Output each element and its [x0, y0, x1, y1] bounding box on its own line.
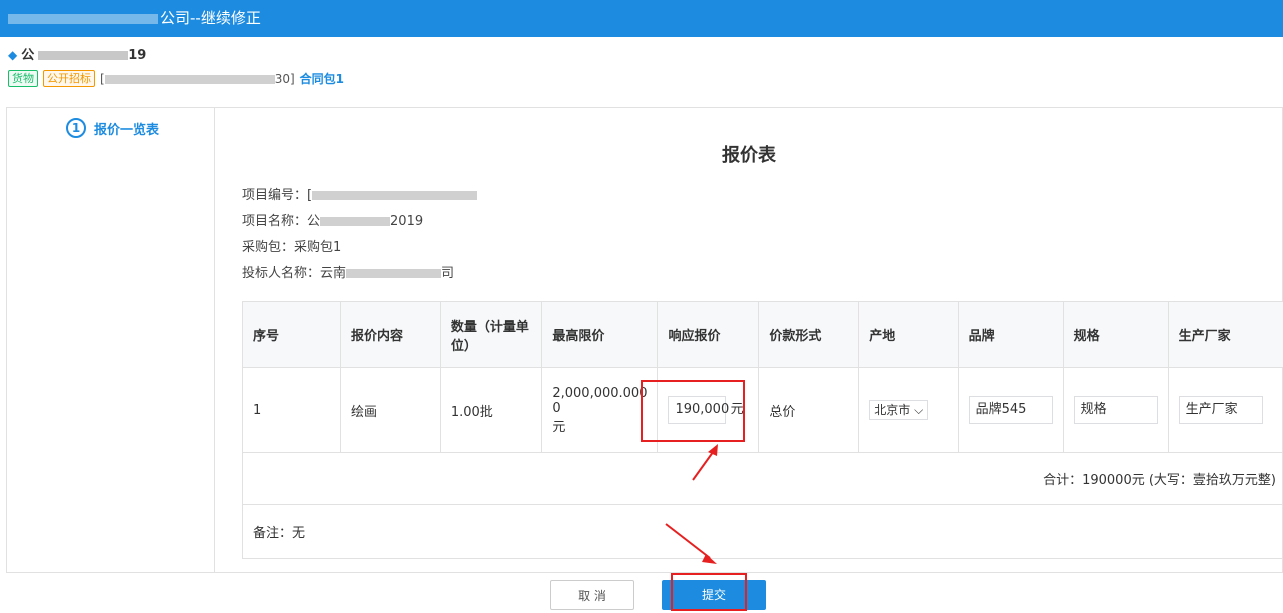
redacted-project-no [312, 191, 478, 200]
project-name-row: 项目名称：公 2019 [242, 210, 423, 229]
manufacturer-input[interactable]: 生产厂家 [1178, 396, 1263, 424]
annotation-arrow-icon [692, 444, 718, 481]
quote-form: 报价表 项目编号：[ 项目名称：公 2019 采购包：采购包1 投标人名称：云南 司… [216, 108, 1283, 572]
redacted-project-name-2 [320, 217, 391, 226]
bidder-row: 投标人名称：云南 司 [242, 262, 454, 281]
max-price-line2: 0 [552, 400, 561, 416]
bidder-value: 云南 [320, 266, 347, 281]
table-row: 1 绘画 1.00批 2,000,000.000 0 元 190,000 元 总… [242, 367, 1283, 453]
max-price-unit: 元 [552, 419, 566, 435]
project-name-end: 19 [128, 48, 147, 63]
brand-input[interactable]: 品牌545 [968, 396, 1053, 424]
package-label: 采购包： [242, 240, 295, 255]
quote-table: 序号 报价内容 数量（计量单位） 最高限价 响应报价 价款形式 产地 品牌 规格… [242, 301, 1283, 559]
header-content: 报价内容 [339, 301, 441, 368]
header-spec: 规格 [1062, 301, 1169, 368]
window-title: 公司--继续修正 [160, 9, 261, 27]
step-number-badge: 1 [66, 118, 86, 138]
cell-manufacturer: 生产厂家 [1167, 367, 1283, 453]
project-no-label: 项目编号： [242, 188, 308, 203]
redacted-company-name [8, 13, 158, 24]
chevron-down-icon: ⌵ [914, 403, 924, 417]
spec-input[interactable]: 规格 [1073, 396, 1158, 424]
project-name-suffix: 2019 [390, 214, 424, 229]
project-no-row: 项目编号：[ [242, 184, 478, 203]
table-header-row: 序号 报价内容 数量（计量单位） 最高限价 响应报价 价款形式 产地 品牌 规格… [242, 301, 1283, 368]
contract-package-link[interactable]: 合同包1 [300, 70, 344, 87]
step-label: 报价一览表 [94, 122, 160, 138]
layers-icon: ◆ [8, 48, 18, 62]
package-code: [30] [100, 72, 295, 86]
header-quantity: 数量（计量单位） [439, 301, 543, 368]
remark-text: 备注：无 [242, 504, 1283, 559]
remark-row: 备注：无 [242, 504, 1283, 559]
project-heading: ◆ 公 19 [8, 44, 146, 63]
package-row: 采购包：采购包1 [242, 236, 341, 255]
package-value: 采购包1 [294, 240, 342, 255]
annotation-arrow-icon [665, 523, 717, 564]
window-title-bar: 公司--继续修正 [0, 0, 1283, 37]
form-title: 报价表 [722, 145, 776, 166]
step-quote-list[interactable]: 1 报价一览表 [66, 118, 159, 138]
cancel-button[interactable]: 取 消 [550, 580, 634, 610]
project-name-value: 公 [307, 214, 321, 229]
project-name-start: 公 [21, 48, 35, 63]
header-max-price: 最高限价 [541, 301, 659, 368]
bidder-label: 投标人名称： [242, 266, 321, 281]
redacted-bidder [346, 269, 442, 278]
cell-origin: 北京市 ⌵ [858, 367, 959, 453]
cell-spec: 规格 [1062, 367, 1169, 453]
annotation-highlight-price [641, 380, 745, 442]
header-brand: 品牌 [957, 301, 1064, 368]
annotation-highlight-submit [671, 573, 747, 611]
bidder-suffix: 司 [441, 266, 455, 281]
header-manufacturer: 生产厂家 [1167, 301, 1283, 368]
header-response-price: 响应报价 [657, 301, 760, 368]
max-price-line1: 2,000,000.000 [552, 385, 648, 401]
step-sidebar: 1 报价一览表 [7, 108, 215, 572]
cell-content: 绘画 [339, 367, 441, 453]
cell-payment-form: 总价 [758, 367, 860, 453]
project-name-label: 项目名称： [242, 214, 308, 229]
package-code-end: 30] [274, 71, 295, 86]
origin-value: 北京市 [874, 403, 911, 417]
redacted-project-name [38, 51, 129, 60]
method-tag: 公开招标 [43, 70, 95, 87]
header-payment-form: 价款形式 [758, 301, 860, 368]
main-frame: 1 报价一览表 报价表 项目编号：[ 项目名称：公 2019 采购包：采购包1 投… [6, 107, 1283, 573]
header-index: 序号 [242, 301, 341, 368]
cell-quantity: 1.00批 [439, 367, 543, 453]
tag-row: 货物 公开招标 [30] 合同包1 [8, 70, 344, 87]
origin-select[interactable]: 北京市 ⌵ [869, 400, 929, 420]
cell-brand: 品牌545 [957, 367, 1064, 453]
cell-index: 1 [242, 367, 341, 453]
header-origin: 产地 [858, 301, 959, 368]
total-text: 合计：190000元 (大写：壹拾玖万元整) [242, 452, 1283, 505]
total-row: 合计：190000元 (大写：壹拾玖万元整) [242, 452, 1283, 505]
category-tag: 货物 [8, 70, 38, 87]
redacted-package-code [104, 74, 275, 84]
